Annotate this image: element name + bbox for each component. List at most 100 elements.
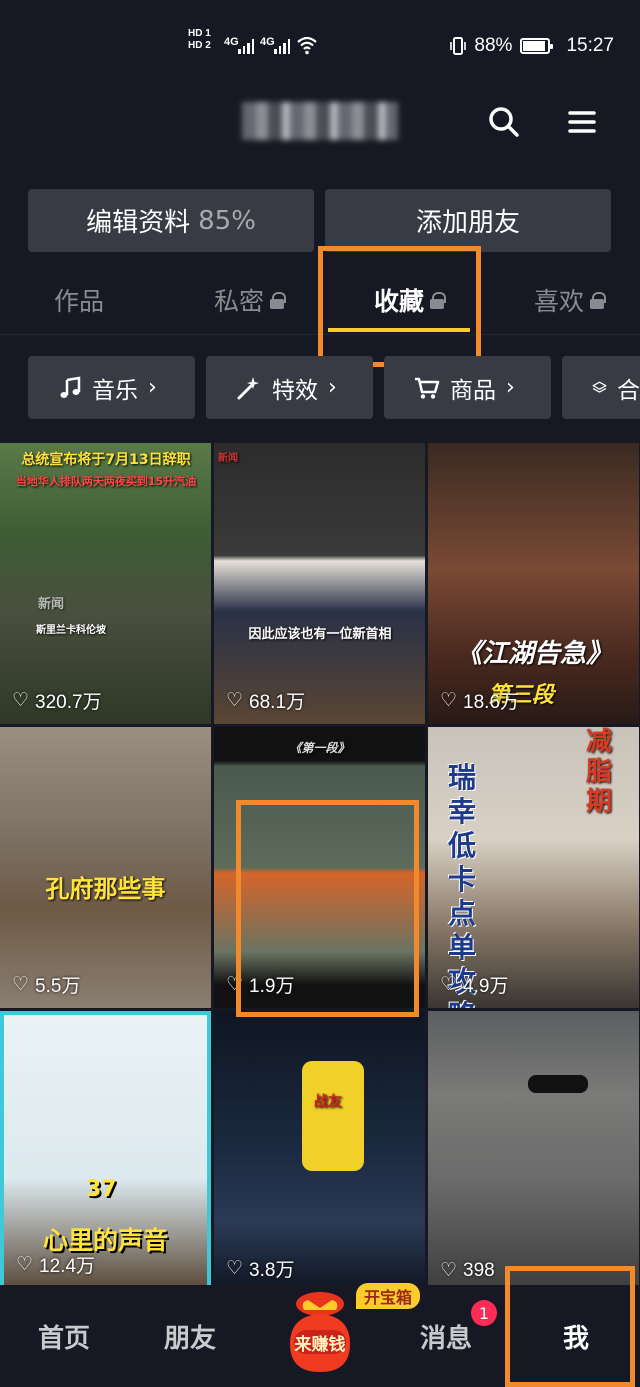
edit-profile-button[interactable]: 编辑资料 85% (28, 189, 314, 252)
message-count-badge: 1 (471, 1300, 497, 1326)
video-overlay-number: 37 (86, 1177, 117, 1202)
profile-completion: 85% (198, 205, 256, 236)
cart-icon (415, 377, 440, 399)
vibrate-icon (450, 37, 467, 55)
video-thumbnail[interactable]: 战友 ♡ 3.8万 (214, 1011, 425, 1292)
lock-icon (270, 291, 287, 309)
nav-label: 首页 (37, 1323, 90, 1354)
menu-icon (568, 111, 596, 133)
earn-money-button[interactable]: 来赚钱 (270, 1282, 370, 1382)
edit-profile-label: 编辑资料 (86, 208, 191, 238)
tab-label: 喜欢 (534, 287, 585, 316)
tab-likes[interactable]: 喜欢 (534, 265, 607, 335)
like-count: ♡ 3.8万 (226, 1255, 294, 1282)
signal2-icon (274, 38, 290, 54)
like-count-value: 320.7万 (35, 692, 102, 713)
earn-label: 来赚钱 (294, 1335, 346, 1355)
music-note-icon (60, 376, 81, 398)
video-thumbnail[interactable]: 《江湖告急》 第三段 ♡ 18.6万 (428, 443, 639, 724)
nav-me[interactable]: 我 (534, 1285, 618, 1387)
like-count: ♡ 4.9万 (440, 971, 508, 998)
chip-effects[interactable]: 特效 › (206, 356, 373, 419)
tab-works[interactable]: 作品 (54, 265, 104, 335)
heart-icon: ♡ (226, 974, 244, 995)
search-icon (489, 107, 519, 137)
magic-wand-icon (237, 376, 259, 399)
heart-icon: ♡ (440, 974, 458, 995)
chevron-right-icon: › (506, 375, 515, 400)
chip-products[interactable]: 商品 › (384, 356, 551, 419)
like-count: ♡ 68.1万 (226, 687, 305, 714)
nav-home[interactable]: 首页 (22, 1285, 106, 1387)
like-count-value: 398 (463, 1259, 495, 1281)
watermark-tag: 新闻 (218, 453, 238, 464)
chevron-right-icon: › (328, 375, 337, 400)
tab-favorites[interactable]: 收藏 (374, 265, 447, 335)
video-thumbnail[interactable]: 《第一段》 ♡ 1.9万 (214, 727, 425, 1008)
layers-icon (592, 381, 607, 393)
chip-label: 商品 (450, 377, 496, 404)
heart-icon: ♡ (16, 1254, 34, 1275)
video-overlay-title: 总统宣布将于7月13日辞职 (21, 452, 191, 468)
lock-icon (430, 291, 447, 309)
treasure-badge: 开宝箱 (356, 1283, 421, 1309)
jersey-figure (302, 1061, 364, 1171)
chip-label: 音乐 (92, 377, 138, 404)
video-thumbnail[interactable]: 总统宣布将于7月13日辞职 当地华人排队两天两夜买到15升汽油 新闻 斯里兰卡科… (0, 443, 211, 724)
video-thumbnail[interactable]: 37 心里的声音 ♡ 12.4万 (0, 1011, 211, 1292)
nav-label: 消息 (419, 1323, 472, 1354)
heart-icon: ♡ (12, 690, 30, 711)
video-thumbnail[interactable]: 瑞幸低卡点单攻略 减脂期 ♡4.9万 (428, 727, 639, 1008)
chip-label: 合 (617, 377, 640, 404)
chip-collections[interactable]: 合 (562, 356, 640, 419)
menu-button[interactable] (560, 100, 604, 144)
heart-icon: ♡ (440, 690, 458, 711)
lock-icon (590, 291, 607, 309)
add-friend-button[interactable]: 添加朋友 (325, 189, 611, 252)
nav-friends[interactable]: 朋友 (148, 1285, 232, 1387)
video-overlay-title: 因此应该也有一位新首相 (248, 627, 392, 642)
like-count-value: 12.4万 (39, 1256, 96, 1277)
heart-icon: ♡ (226, 1258, 244, 1279)
battery-percent: 88% (474, 35, 513, 56)
video-thumbnail[interactable]: 新闻 因此应该也有一位新首相 ♡ 68.1万 (214, 443, 425, 724)
like-count: ♡ 12.4万 (16, 1251, 95, 1278)
sim2-label: HD 2 (188, 40, 211, 51)
tab-label: 收藏 (374, 287, 425, 316)
video-overlay-subtitle: 减脂期 (586, 727, 613, 817)
like-count: ♡ 18.6万 (440, 687, 519, 714)
tab-private[interactable]: 私密 (214, 265, 287, 335)
like-count-value: 4.9万 (463, 976, 509, 997)
like-count-value: 3.8万 (249, 1260, 295, 1281)
signal1-icon (238, 38, 254, 54)
video-overlay-title: 《江湖告急》 (455, 639, 612, 669)
sim-indicator: HD 1 HD 2 (188, 28, 211, 52)
video-thumbnail[interactable]: ♡ 398 (428, 1011, 639, 1292)
video-overlay-title: 战友 (314, 1094, 342, 1110)
video-overlay-title: 孔府那些事 (45, 875, 166, 903)
tab-label: 作品 (54, 287, 105, 316)
wifi-icon (297, 36, 317, 55)
like-count-value: 1.9万 (249, 976, 295, 997)
chip-label: 特效 (272, 377, 318, 404)
like-count-value: 18.6万 (463, 692, 520, 713)
status-bar: HD 1 HD 2 4G 4G 88% 15:27 (0, 0, 640, 90)
sim1-label: HD 1 (188, 28, 211, 39)
heart-icon: ♡ (226, 690, 244, 711)
add-friend-label: 添加朋友 (415, 208, 520, 238)
like-count: ♡ 1.9万 (226, 971, 294, 998)
clock: 15:27 (566, 35, 614, 56)
like-count: ♡ 398 (440, 1259, 495, 1282)
search-button[interactable] (482, 100, 526, 144)
like-count-value: 68.1万 (249, 692, 306, 713)
watermark-tag: 新闻 (38, 597, 65, 612)
chip-music[interactable]: 音乐 › (28, 356, 195, 419)
video-thumbnail[interactable]: 孔府那些事 ♡ 5.5万 (0, 727, 211, 1008)
heart-icon: ♡ (12, 974, 30, 995)
like-count-value: 5.5万 (35, 976, 81, 997)
heart-icon: ♡ (440, 1260, 458, 1281)
username-blurred (242, 102, 398, 140)
tab-label: 私密 (214, 287, 265, 316)
sunglasses-figure (528, 1075, 588, 1093)
like-count: ♡ 320.7万 (12, 687, 102, 714)
